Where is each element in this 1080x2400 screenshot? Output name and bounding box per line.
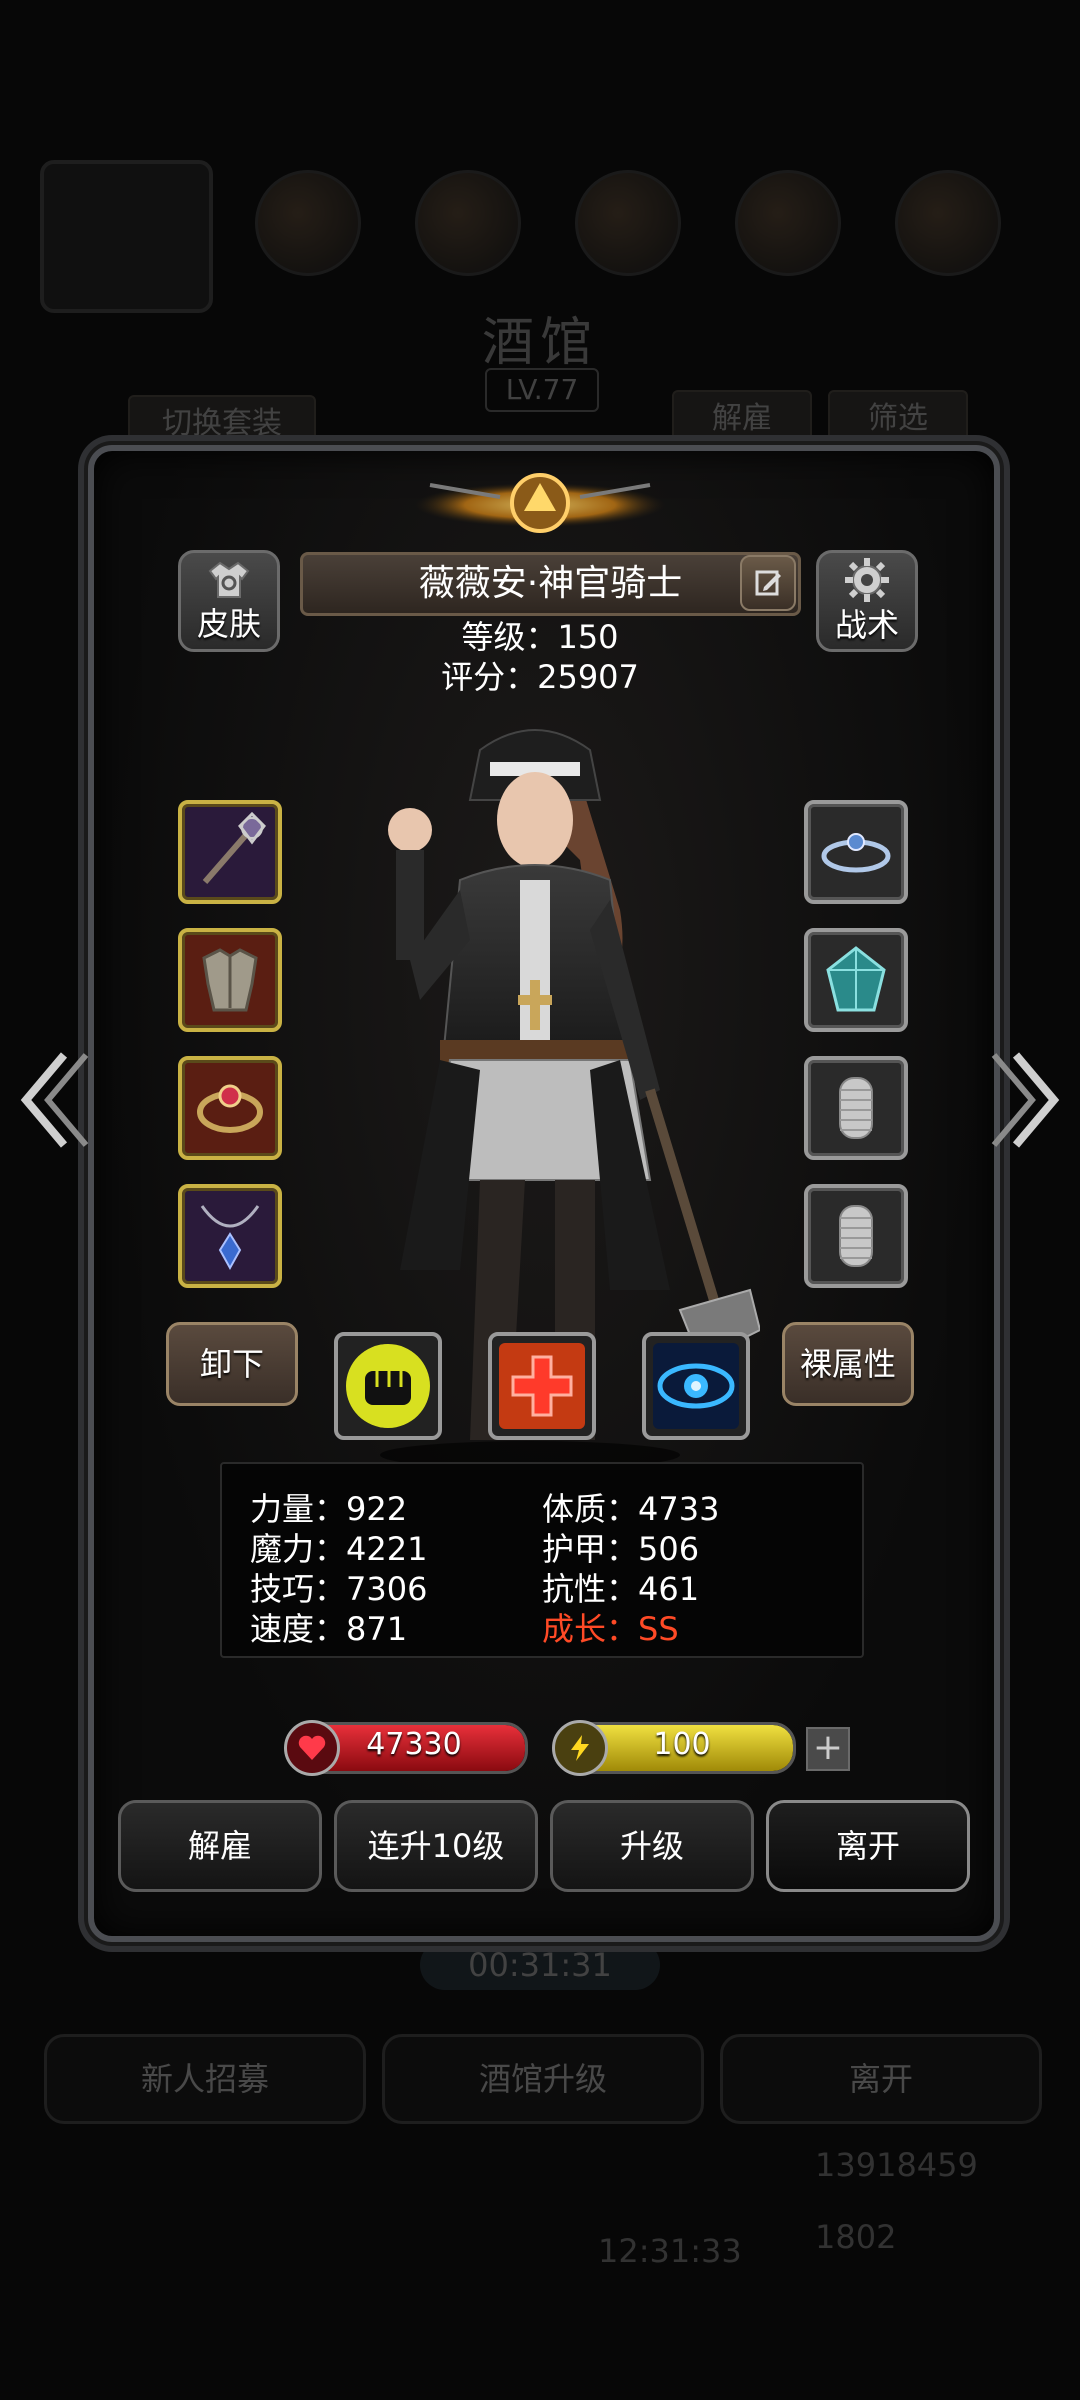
heal-cross-icon: [499, 1343, 585, 1429]
heart-icon: [284, 1720, 340, 1776]
add-energy-button[interactable]: +: [806, 1727, 850, 1771]
tavern-upgrade-button[interactable]: 酒馆升级: [382, 2034, 704, 2124]
skill-slot-1[interactable]: [334, 1332, 442, 1440]
next-hero-arrow-icon[interactable]: [986, 1045, 1066, 1155]
gem-amount: 1802: [815, 2218, 897, 2256]
weapon-slot[interactable]: [178, 800, 282, 904]
menu-orb-icon[interactable]: [735, 170, 841, 276]
empty-slot[interactable]: [804, 1056, 908, 1160]
armor-slot[interactable]: [178, 928, 282, 1032]
chest-armor-icon: [202, 948, 258, 1012]
level-up-button[interactable]: 升级: [550, 1800, 754, 1892]
tavern-title: 酒馆: [481, 313, 598, 373]
empty-slot[interactable]: [804, 1184, 908, 1288]
stat-growth: 成长：SS: [542, 1610, 679, 1648]
gold-amount: 13918459: [815, 2146, 978, 2184]
amulet-icon: [200, 1205, 260, 1271]
stats-panel: 力量：922 魔力：4221 技巧：7306 速度：871 体质：4733 护甲…: [220, 1462, 864, 1658]
staff-icon: [202, 812, 266, 884]
recruit-timer: 00:31:31: [420, 1940, 660, 1990]
hero-score: 评分：25907: [441, 658, 639, 696]
ring-slot[interactable]: [178, 1056, 282, 1160]
edit-name-icon[interactable]: [740, 555, 796, 611]
leave-button[interactable]: 离开: [766, 1800, 970, 1892]
previous-hero-arrow-icon[interactable]: [14, 1045, 94, 1155]
accessory-slot[interactable]: [804, 800, 908, 904]
crest-emblem-icon: [415, 473, 665, 533]
level-up-10-button[interactable]: 连升10级: [334, 1800, 538, 1892]
tiara-icon: [821, 833, 891, 873]
clock: 12:31:33: [598, 2232, 742, 2270]
stat-speed: 速度：871: [250, 1610, 408, 1648]
gear-icon: [845, 558, 889, 602]
crystal-icon: [826, 946, 886, 1012]
chainmail-icon: [839, 1077, 873, 1139]
new-recruit-button[interactable]: 新人招募: [44, 2034, 366, 2124]
chainmail-icon: [839, 1205, 873, 1267]
player-avatar[interactable]: [40, 160, 213, 313]
dismiss-button[interactable]: 解雇: [118, 1800, 322, 1892]
bg-filter-button[interactable]: 筛选: [828, 390, 968, 448]
amulet-slot[interactable]: [178, 1184, 282, 1288]
menu-orb-icon[interactable]: [895, 170, 1001, 276]
tavern-level: LV.77: [485, 368, 599, 412]
unequip-button[interactable]: 卸下: [166, 1322, 298, 1406]
bracelet-icon: [197, 1084, 263, 1133]
base-attributes-button[interactable]: 裸属性: [782, 1322, 914, 1406]
hero-name: 薇薇安·神官骑士: [300, 552, 801, 616]
gem-slot[interactable]: [804, 928, 908, 1032]
menu-orb-icon[interactable]: [415, 170, 521, 276]
eye-icon: [653, 1343, 739, 1429]
shirt-icon: [208, 561, 250, 598]
lightning-icon: [552, 1720, 608, 1776]
fist-icon: [346, 1344, 430, 1428]
menu-orb-icon[interactable]: [255, 170, 361, 276]
bg-dismiss-button[interactable]: 解雇: [672, 390, 812, 448]
skill-slot-2[interactable]: [488, 1332, 596, 1440]
bg-leave-button[interactable]: 离开: [720, 2034, 1042, 2124]
menu-orb-icon[interactable]: [575, 170, 681, 276]
skill-slot-3[interactable]: [642, 1332, 750, 1440]
